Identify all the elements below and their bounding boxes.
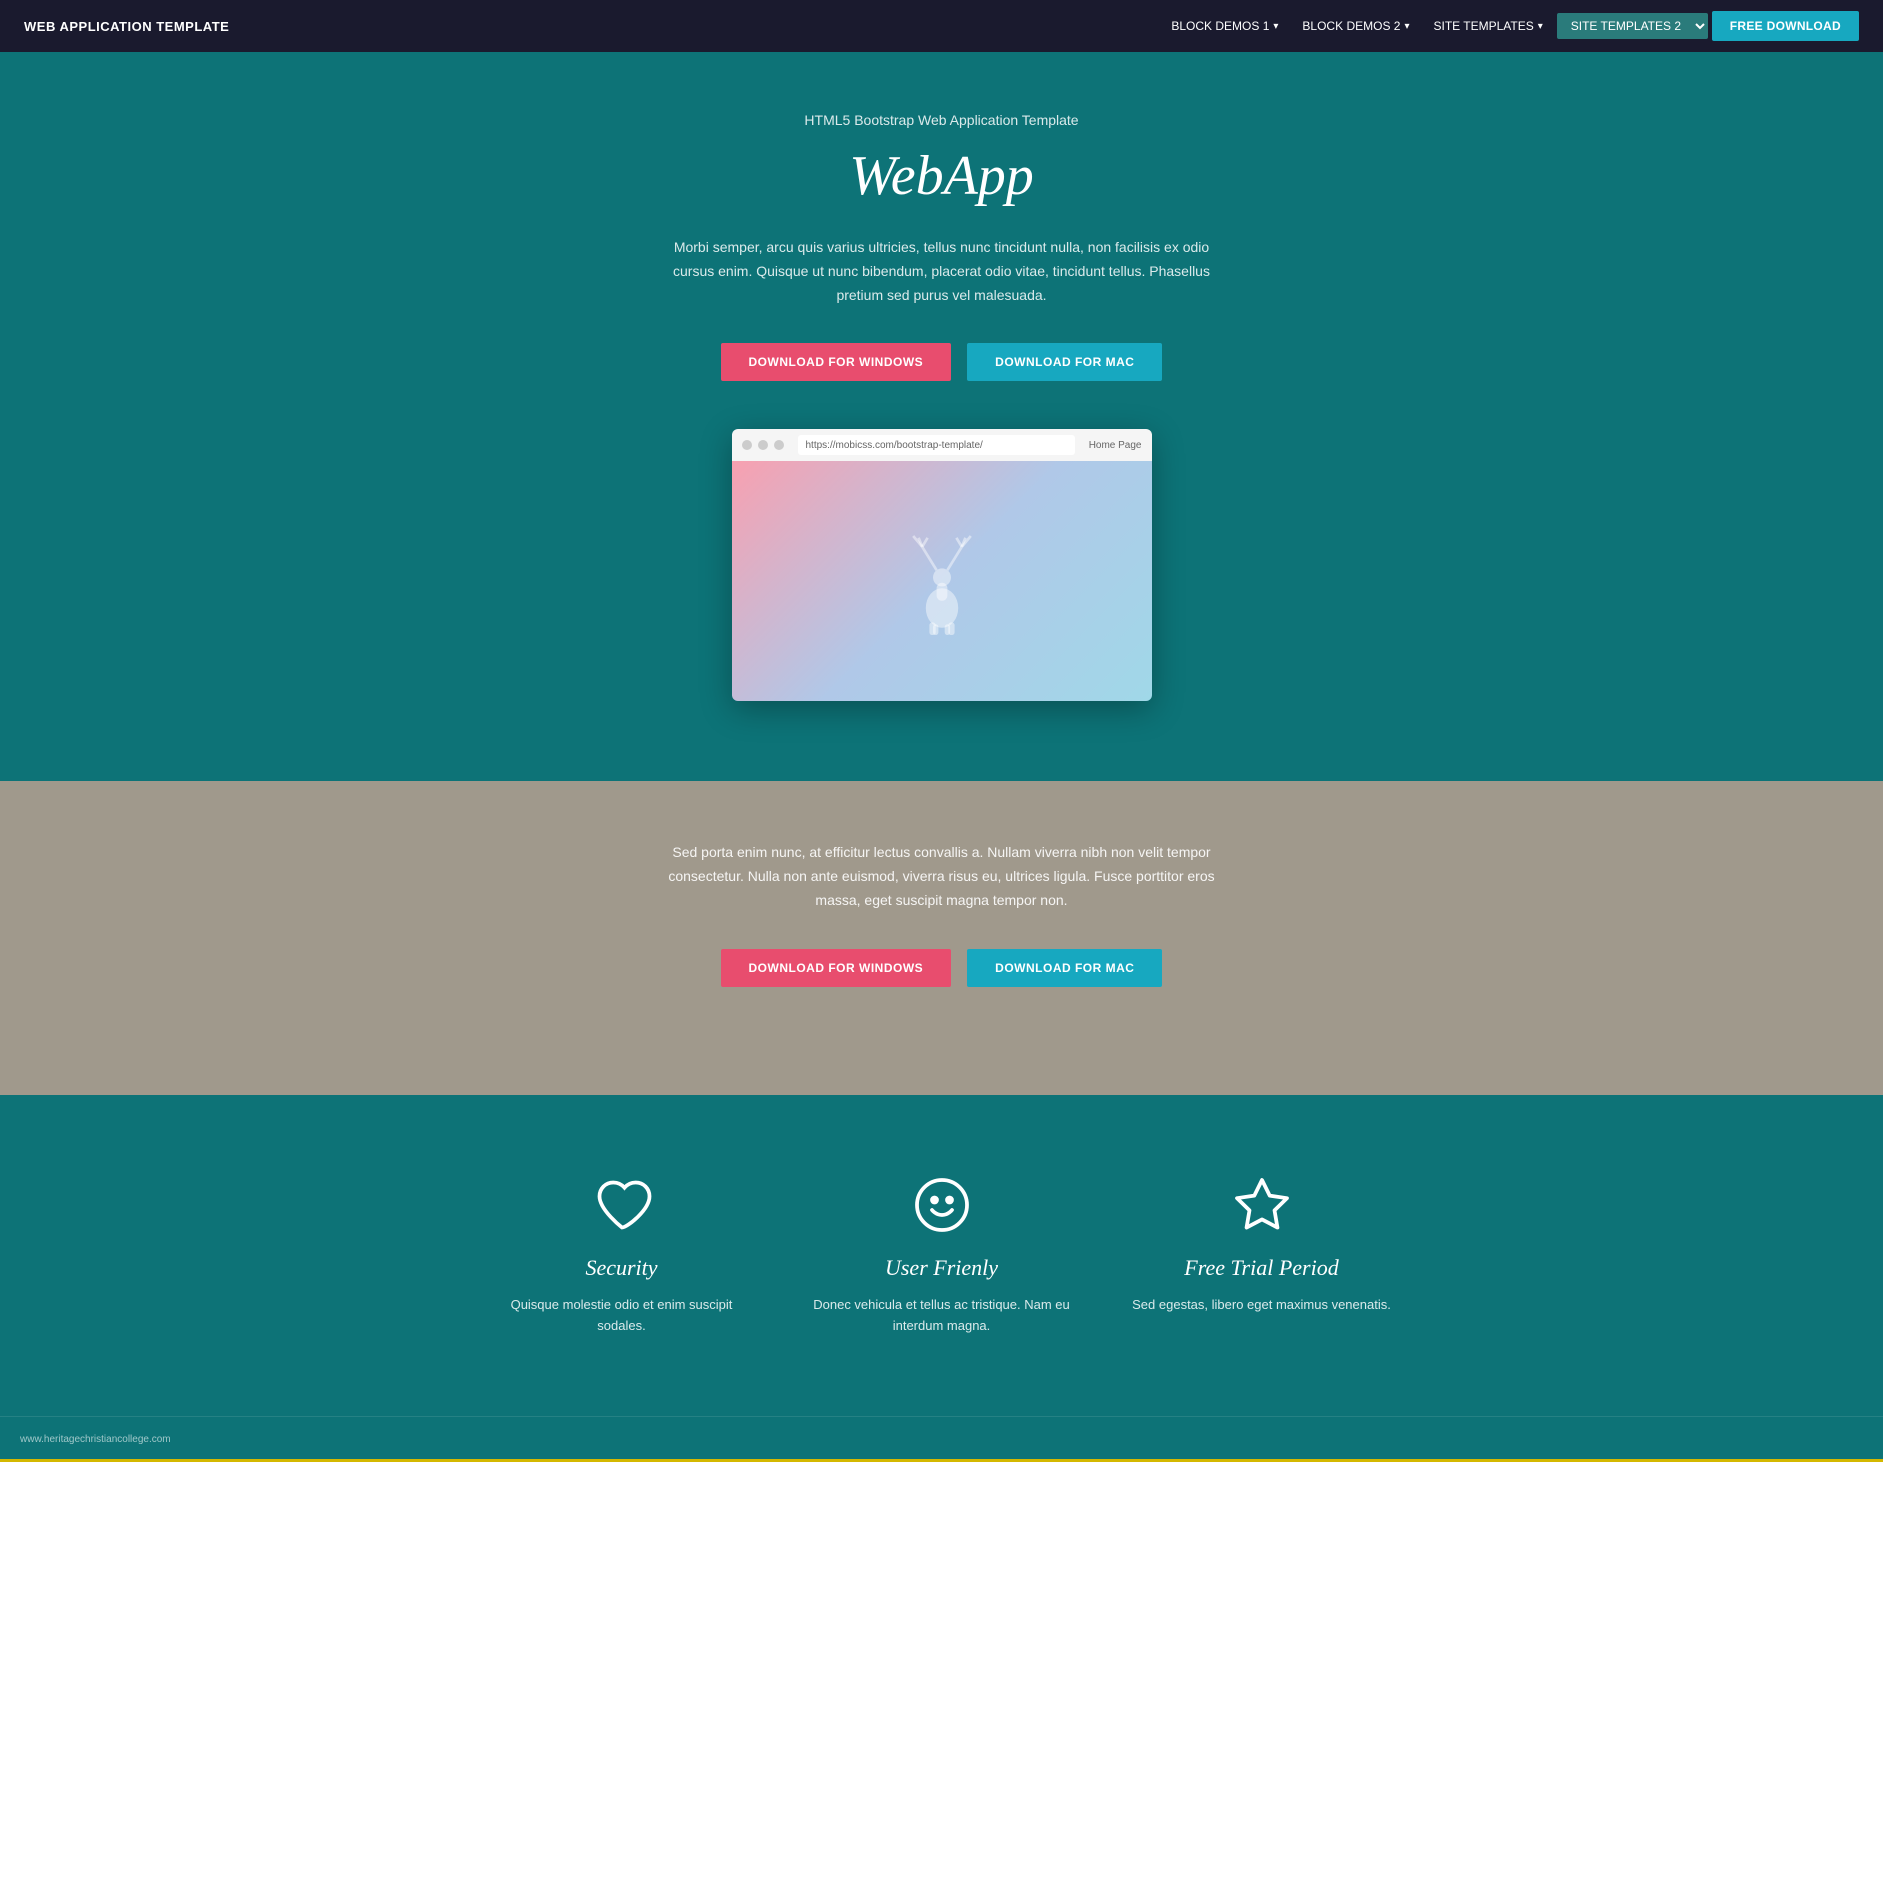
heart-icon [592,1175,652,1235]
feature-free-trial-icon-container [1132,1175,1392,1235]
free-download-button[interactable]: FREE DOWNLOAD [1712,11,1859,41]
browser-content [732,461,1152,701]
star-icon [1232,1175,1292,1235]
browser-home-label: Home Page [1089,440,1142,451]
navbar-brand: WEB APPLICATION TEMPLATE [24,19,229,34]
hero-download-windows-button[interactable]: DOWNLOAD FOR WINDOWS [721,343,952,381]
deer-silhouette-icon [897,526,987,636]
chevron-down-icon: ▾ [1538,21,1543,32]
hero-subtitle: HTML5 Bootstrap Web Application Template [20,112,1863,128]
feature-free-trial: Free Trial Period Sed egestas, libero eg… [1132,1175,1392,1337]
browser-bar: https://mobicss.com/bootstrap-template/ … [732,429,1152,461]
site-templates-select[interactable]: SITE TEMPLATES 2 [1557,13,1708,39]
feature-security-title: Security [492,1255,752,1281]
gray-section: Sed porta enim nunc, at efficitur lectus… [0,781,1883,1094]
nav-block-demos-2[interactable]: BLOCK DEMOS 2 ▾ [1292,13,1419,39]
nav-block-demos-1[interactable]: BLOCK DEMOS 1 ▾ [1161,13,1288,39]
features-section: Security Quisque molestie odio et enim s… [0,1095,1883,1417]
features-grid: Security Quisque molestie odio et enim s… [492,1175,1392,1337]
browser-url-bar: https://mobicss.com/bootstrap-template/ [798,435,1075,455]
feature-security-text: Quisque molestie odio et enim suscipit s… [492,1295,752,1337]
feature-security-icon-container [492,1175,752,1235]
smiley-icon [912,1175,972,1235]
hero-title: WebApp [20,144,1863,208]
navbar: WEB APPLICATION TEMPLATE BLOCK DEMOS 1 ▾… [0,0,1883,52]
navbar-links: BLOCK DEMOS 1 ▾ BLOCK DEMOS 2 ▾ SITE TEM… [1161,11,1859,41]
hero-text: Morbi semper, arcu quis varius ultricies… [662,236,1222,307]
feature-user-friendly: User Frienly Donec vehicula et tellus ac… [812,1175,1072,1337]
hero-btn-group: DOWNLOAD FOR WINDOWS DOWNLOAD FOR MAC [20,343,1863,381]
feature-user-friendly-title: User Frienly [812,1255,1072,1281]
feature-security: Security Quisque molestie odio et enim s… [492,1175,752,1337]
feature-free-trial-title: Free Trial Period [1132,1255,1392,1281]
hero-download-mac-button[interactable]: DOWNLOAD FOR MAC [967,343,1162,381]
hero-section: HTML5 Bootstrap Web Application Template… [0,52,1883,781]
browser-mockup: https://mobicss.com/bootstrap-template/ … [732,429,1152,701]
chevron-down-icon: ▾ [1404,21,1409,32]
browser-dot-green [774,440,784,450]
footer-text: www.heritagechristiancollege.com [20,1434,171,1445]
gray-btn-group: DOWNLOAD FOR WINDOWS DOWNLOAD FOR MAC [20,949,1863,987]
footer: www.heritagechristiancollege.com [0,1416,1883,1459]
browser-dot-red [742,440,752,450]
feature-free-trial-text: Sed egestas, libero eget maximus venenat… [1132,1295,1392,1316]
browser-dot-yellow [758,440,768,450]
nav-site-templates[interactable]: SITE TEMPLATES ▾ [1423,13,1552,39]
feature-user-friendly-text: Donec vehicula et tellus ac tristique. N… [812,1295,1072,1337]
gray-section-text: Sed porta enim nunc, at efficitur lectus… [662,841,1222,912]
gray-download-windows-button[interactable]: DOWNLOAD FOR WINDOWS [721,949,952,987]
chevron-down-icon: ▾ [1273,21,1278,32]
gray-download-mac-button[interactable]: DOWNLOAD FOR MAC [967,949,1162,987]
feature-user-friendly-icon-container [812,1175,1072,1235]
